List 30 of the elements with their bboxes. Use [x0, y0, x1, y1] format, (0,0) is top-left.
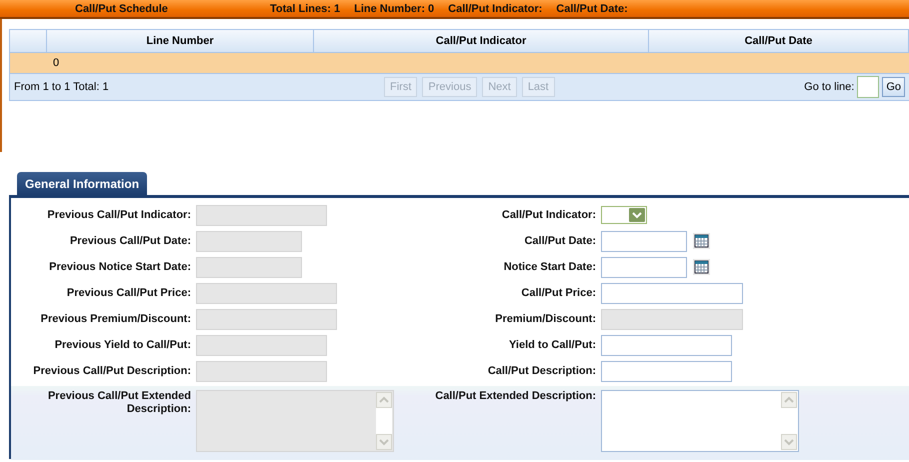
- field-label: Notice Start Date:: [502, 260, 596, 274]
- summary-stat: Total Lines: 1: [270, 2, 340, 14]
- field-label: Previous Premium/Discount:: [40, 312, 191, 326]
- column-header[interactable]: Call/Put Indicator: [314, 30, 649, 52]
- go-button[interactable]: Go: [882, 77, 905, 97]
- summary-stat: Call/Put Date:: [556, 2, 628, 14]
- column-header[interactable]: Call/Put Date: [649, 30, 909, 52]
- field-label: Call/Put Date:: [523, 234, 596, 248]
- field-label: Previous Call/Put Indicator:: [46, 208, 191, 222]
- summary-stat: Line Number: 0: [354, 2, 434, 14]
- page-title: Call/Put Schedule: [75, 2, 169, 14]
- field-label: Previous Call/Put Price:: [66, 286, 191, 300]
- field-label: Previous Call/Put Description:: [32, 364, 191, 378]
- field-label: Call/Put Description:: [486, 364, 596, 378]
- summary-stat: Call/Put Indicator:: [448, 2, 542, 14]
- field-label: Call/Put Price:: [520, 286, 596, 300]
- field-label: Yield to Call/Put:: [508, 338, 596, 352]
- field-label: Previous Yield to Call/Put:: [54, 338, 191, 352]
- go-to-line-label: Go to line:: [804, 81, 854, 93]
- field-label: Call/Put Indicator:: [500, 208, 596, 222]
- field-label: Call/Put Extended Description:: [434, 390, 596, 403]
- field-label: Previous Call/Put Extended Description:: [46, 390, 191, 416]
- field-label: Previous Notice Start Date:: [48, 260, 191, 274]
- table-row[interactable]: 0: [10, 53, 909, 73]
- field-label: Previous Call/Put Date:: [68, 234, 191, 248]
- tab[interactable]: General Information: [17, 172, 148, 195]
- table-cell-text: 0: [52, 57, 60, 69]
- record-summary: From 1 to 1 Total: 1: [14, 81, 110, 93]
- column-header[interactable]: Line Number: [47, 30, 314, 52]
- field-label: Premium/Discount:: [494, 312, 596, 326]
